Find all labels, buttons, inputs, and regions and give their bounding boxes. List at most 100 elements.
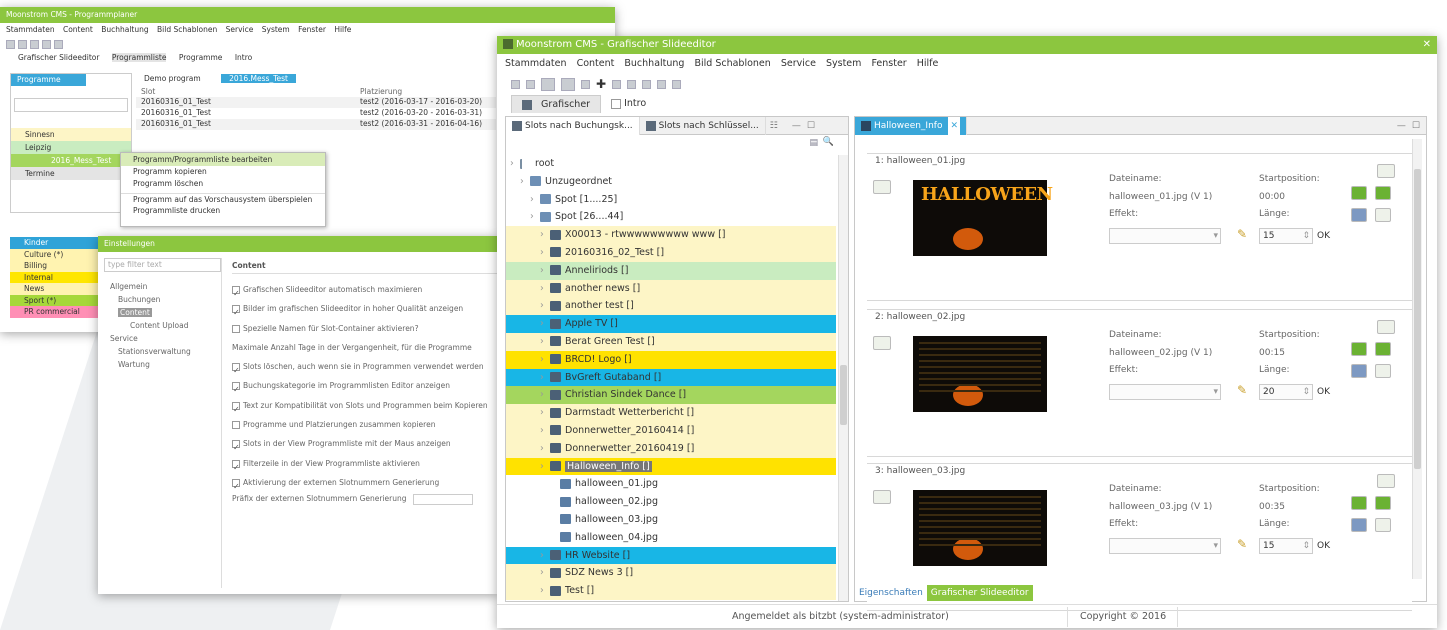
- settings-option[interactable]: Text zur Kompatibilität von Slots und Pr…: [232, 396, 498, 415]
- table-row[interactable]: 20160316_01_Test test2 (2016-03-17 - 2016…: [136, 97, 496, 108]
- move-down-green-button[interactable]: [1375, 342, 1391, 356]
- ok-button[interactable]: OK: [1317, 387, 1330, 397]
- expand-arrow-icon[interactable]: ›: [530, 191, 540, 209]
- menu-bild-schablonen[interactable]: Bild Schablonen: [694, 58, 770, 69]
- checkbox[interactable]: [232, 458, 240, 473]
- effect-select[interactable]: ▾: [1109, 384, 1221, 400]
- tab-grafischer-slideeditor[interactable]: Grafischer Slideeditor: [926, 585, 1033, 601]
- spinner-icon[interactable]: ⇕: [1302, 229, 1310, 243]
- expand-arrow-icon[interactable]: ›: [540, 226, 550, 244]
- checkbox[interactable]: [232, 380, 240, 396]
- wand-icon[interactable]: ✎: [1237, 537, 1247, 551]
- scrollbar-thumb[interactable]: [840, 365, 847, 425]
- duplicate-button[interactable]: [1375, 208, 1391, 222]
- tree-item[interactable]: Termine: [11, 167, 131, 180]
- settings-option[interactable]: Aktivierung der externen Slotnummern Gen…: [232, 473, 498, 492]
- add-icon[interactable]: ✚: [596, 77, 606, 91]
- move-left-button[interactable]: [873, 490, 891, 504]
- scrollbar-thumb[interactable]: [1414, 169, 1421, 469]
- grid-icon[interactable]: [612, 79, 622, 89]
- checkbox[interactable]: [232, 421, 240, 430]
- move-up-green-button[interactable]: [1351, 342, 1367, 356]
- menu-hilfe[interactable]: Hilfe: [334, 25, 351, 34]
- move-up-green-button[interactable]: [1351, 186, 1367, 200]
- menu-system[interactable]: System: [826, 58, 861, 69]
- category-item[interactable]: Internal: [10, 271, 100, 283]
- menu-buchhaltung[interactable]: Buchhaltung: [624, 58, 684, 69]
- checkbox[interactable]: [232, 284, 240, 299]
- column-header-platzierung[interactable]: Platzierung: [360, 87, 402, 97]
- expand-arrow-icon[interactable]: ›: [540, 297, 550, 315]
- edit-icon[interactable]: [511, 79, 520, 89]
- expand-arrow-icon[interactable]: ›: [540, 547, 550, 565]
- move-up-button[interactable]: [1377, 320, 1395, 334]
- tree-item-image[interactable]: halloween_04.jpg: [506, 529, 836, 547]
- layout-icon[interactable]: [30, 39, 39, 49]
- expand-arrow-icon[interactable]: ›: [540, 333, 550, 351]
- tree-scrollbar[interactable]: [838, 155, 848, 601]
- tree-item[interactable]: Sinnesn: [11, 128, 131, 141]
- tree-item[interactable]: › BRCD! Logo []: [506, 350, 836, 369]
- checkbox[interactable]: [232, 477, 240, 492]
- category-item[interactable]: Billing: [10, 260, 100, 272]
- menu-system[interactable]: System: [262, 25, 290, 34]
- wand-icon[interactable]: ✎: [1237, 227, 1247, 241]
- nav-item-buchungen[interactable]: Buchungen: [104, 293, 221, 306]
- effect-select[interactable]: ▾: [1109, 538, 1221, 554]
- settings-option[interactable]: Spezielle Namen für Slot-Container aktiv…: [232, 319, 498, 338]
- expand-arrow-icon[interactable]: ›: [530, 208, 540, 226]
- collapse-icon[interactable]: ▤: [809, 138, 818, 148]
- preview-icon[interactable]: [672, 79, 682, 89]
- nav-item-content[interactable]: Content: [104, 306, 221, 319]
- tree-item[interactable]: › 20160316_02_Test []: [506, 243, 836, 262]
- menu-bild-schablonen[interactable]: Bild Schablonen: [157, 25, 217, 34]
- tree-item[interactable]: › Test []: [506, 582, 836, 600]
- menu-hilfe[interactable]: Hilfe: [917, 58, 939, 69]
- move-down-green-button[interactable]: [1375, 186, 1391, 200]
- print-icon[interactable]: [642, 79, 652, 89]
- search-icon[interactable]: 🔍: [823, 137, 834, 147]
- remove-button[interactable]: [1351, 208, 1367, 222]
- menu-item-drucken[interactable]: Programmliste drucken: [121, 205, 325, 217]
- tree-item[interactable]: › Christian Sindek Dance []: [506, 386, 836, 405]
- columns-icon[interactable]: [581, 79, 590, 89]
- slide-thumbnail[interactable]: HALLOWEEN: [913, 180, 1053, 256]
- move-up-button[interactable]: [1377, 164, 1395, 178]
- remove-button[interactable]: [1351, 518, 1367, 532]
- expand-arrow-icon[interactable]: ›: [510, 155, 520, 173]
- filter-input[interactable]: [14, 98, 128, 112]
- menu-service[interactable]: Service: [781, 58, 816, 69]
- copy-icon[interactable]: [627, 79, 637, 89]
- maximize-icon[interactable]: ☐: [1412, 121, 1420, 131]
- tab-grafischer[interactable]: Grafischer: [511, 95, 602, 113]
- tab-demo-program[interactable]: Demo program: [136, 74, 209, 83]
- nav-item-wartung[interactable]: Wartung: [104, 358, 221, 371]
- tree-item[interactable]: › BvGreft Gutaband []: [506, 368, 836, 387]
- menu-item-vorschau[interactable]: Programm auf das Vorschausystem überspie…: [121, 193, 325, 205]
- slide-thumbnail[interactable]: [913, 336, 1047, 412]
- menu-item-bearbeiten[interactable]: Programm/Programmliste bearbeiten: [121, 153, 325, 166]
- expand-arrow-icon[interactable]: ›: [540, 564, 550, 582]
- menu-fenster[interactable]: Fenster: [298, 25, 326, 34]
- move-left-button[interactable]: [873, 180, 891, 194]
- minimize-icon[interactable]: —: [1397, 121, 1406, 131]
- checkbox[interactable]: [232, 400, 240, 415]
- expand-arrow-icon[interactable]: ›: [540, 440, 550, 458]
- menu-stammdaten[interactable]: Stammdaten: [505, 58, 567, 69]
- close-icon[interactable]: ✕: [1423, 36, 1431, 54]
- expand-arrow-icon[interactable]: ›: [540, 582, 550, 600]
- tree-item[interactable]: › Donnerwetter_20160419 []: [506, 439, 836, 458]
- move-up-green-button[interactable]: [1351, 496, 1367, 510]
- table-row[interactable]: 20160316_01_Test test2 (2016-03-31 - 2016…: [136, 119, 496, 130]
- tab-mess-test[interactable]: 2016.Mess_Test: [221, 74, 296, 83]
- settings-option[interactable]: Slots in der View Programmliste mit der …: [232, 434, 498, 454]
- duplicate-button[interactable]: [1375, 364, 1391, 378]
- add-icon[interactable]: [42, 39, 51, 49]
- ext-prefix-input[interactable]: [412, 493, 473, 505]
- settings-option[interactable]: Slots löschen, auch wenn sie in Programm…: [232, 357, 498, 376]
- tree-item[interactable]: › Anneliriods []: [506, 261, 836, 280]
- ok-button[interactable]: OK: [1317, 231, 1330, 241]
- checkbox[interactable]: [232, 361, 240, 376]
- category-item[interactable]: Kinder: [10, 237, 100, 249]
- expand-arrow-icon[interactable]: ›: [540, 386, 550, 404]
